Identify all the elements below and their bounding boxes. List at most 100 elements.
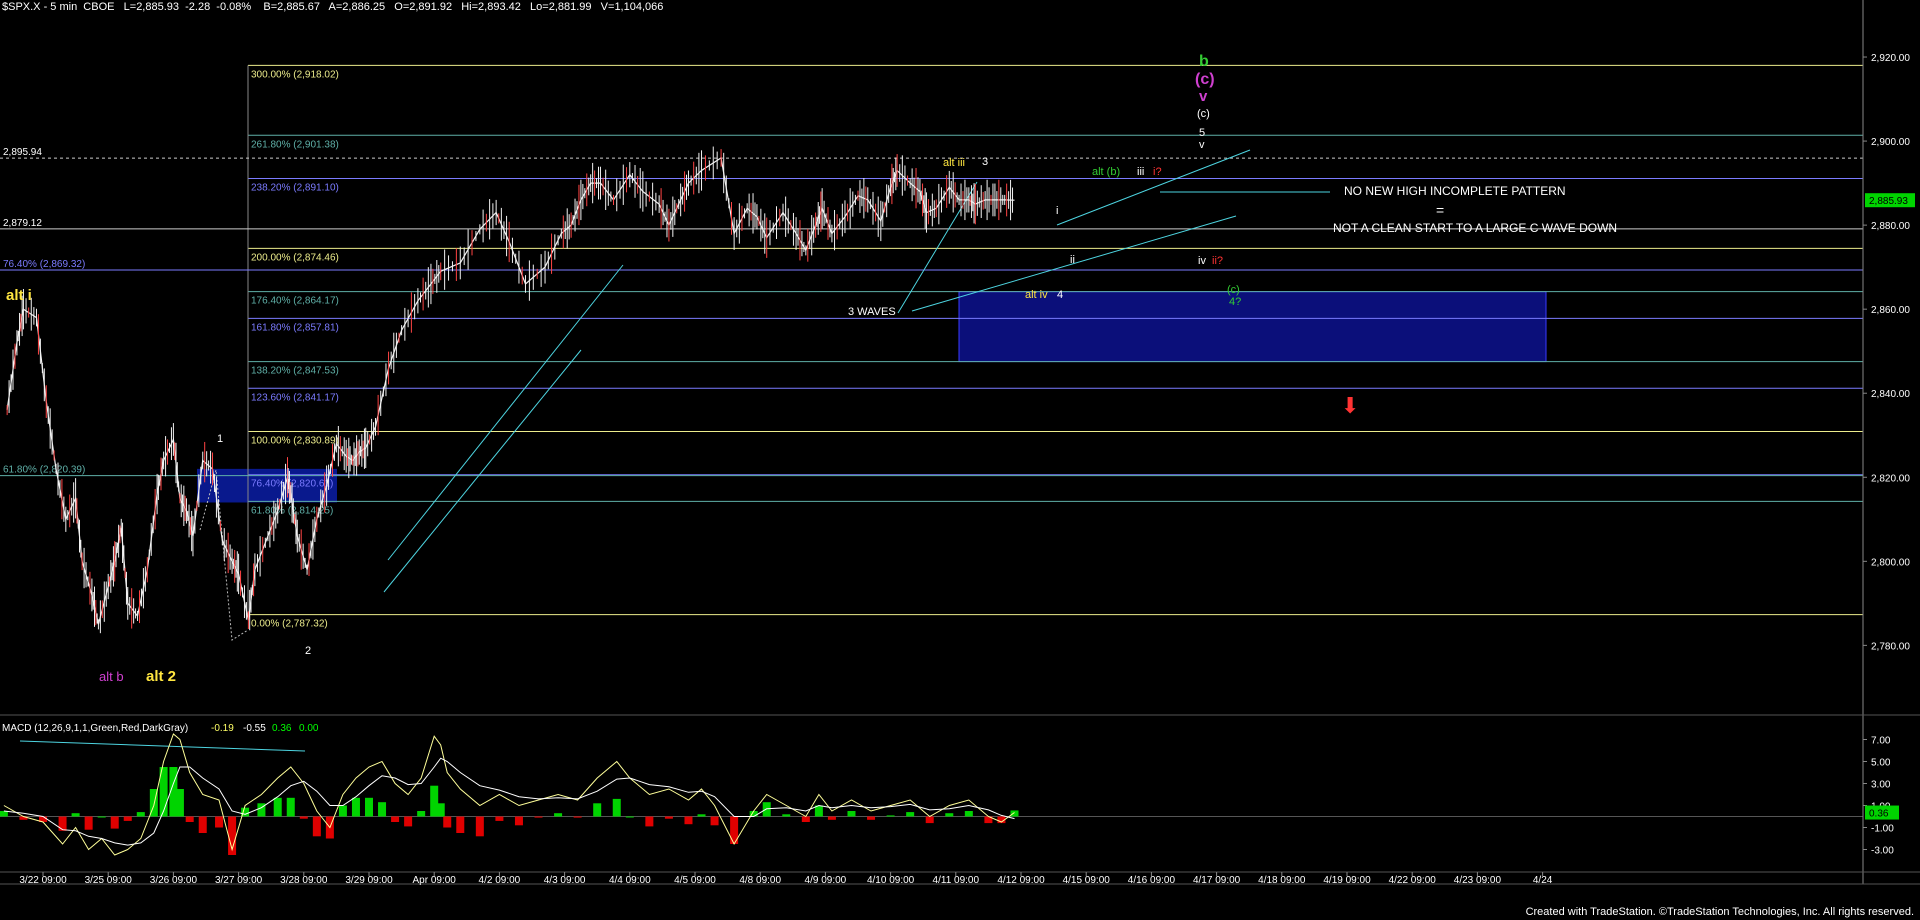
macd-tick-label: -1.00	[1871, 824, 1894, 835]
macd-histogram-bar	[338, 805, 347, 817]
price-tick-label: 2,840.00	[1871, 389, 1910, 400]
macd-histogram-bar	[534, 816, 543, 818]
macd-histogram-bar	[782, 814, 791, 817]
macd-histogram-bar	[215, 816, 224, 828]
fib-label: 138.20% (2,847.53)	[251, 366, 339, 377]
label-wave-ii: ii	[1070, 254, 1075, 266]
macd-histogram-bar	[404, 816, 413, 827]
macd-histogram-bar	[964, 811, 973, 817]
label-alt-2: alt 2	[146, 668, 176, 685]
macd-histogram-bar	[110, 816, 119, 829]
macd-histogram-bar	[123, 816, 132, 821]
label-not-clean-start: NOT A CLEAN START TO A LARGE C WAVE DOWN	[1333, 221, 1617, 235]
label-wave-1: 1	[217, 433, 223, 445]
time-tick-label: 4/16 09:00	[1128, 875, 1176, 886]
label-wave-c-green: (c)	[1227, 284, 1240, 296]
time-tick-label: 4/22 09:00	[1389, 875, 1437, 886]
price-tick-label: 2,900.00	[1871, 137, 1910, 148]
time-tick-label: 4/24	[1533, 875, 1553, 886]
macd-readout: 0.36	[272, 723, 292, 734]
label-wave-iii: iii	[1137, 166, 1144, 178]
fib-label: 300.00% (2,918.02)	[251, 69, 339, 80]
macd-histogram-bar	[286, 797, 295, 817]
time-tick-label: 4/5 09:00	[674, 875, 716, 886]
macd-histogram-bar	[645, 816, 654, 827]
time-tick-label: 4/17 09:00	[1193, 875, 1241, 886]
label-wave-4-question: 4?	[1229, 296, 1241, 308]
fib-label: 200.00% (2,874.46)	[251, 252, 339, 263]
macd-histogram-bar	[684, 816, 693, 825]
fib-label: 176.40% (2,864.17)	[251, 296, 339, 307]
label-wave-2: 2	[305, 645, 311, 657]
time-tick-label: 4/10 09:00	[867, 875, 915, 886]
macd-histogram-bar	[573, 816, 582, 818]
macd-histogram-bar	[495, 816, 504, 821]
macd-tick-label: 5.00	[1871, 758, 1891, 769]
macd-histogram-bar	[554, 813, 563, 817]
price-chart[interactable]: 300.00% (2,918.02) 261.80% (2,901.38) 238.…	[0, 0, 1920, 920]
macd-histogram-bar	[475, 816, 484, 837]
label-three-waves: 3 WAVES	[848, 306, 896, 318]
macd-histogram-bar	[417, 811, 426, 817]
time-tick-label: 4/23 09:00	[1454, 875, 1502, 886]
macd-histogram-bar	[273, 797, 282, 817]
chart-header: $SPX.X - 5 min CBOE L=2,885.93 -2.28 -0.…	[2, 1, 664, 13]
macd-histogram-bar	[906, 812, 915, 817]
macd-histogram-bar	[185, 816, 194, 822]
price-tick-label: 2,800.00	[1871, 557, 1910, 568]
time-tick-label: 4/3 09:00	[544, 875, 586, 886]
fib-label: 100.00% (2,830.89)	[251, 436, 339, 447]
label-wave-i: i	[1056, 205, 1058, 217]
macd-histogram-bar	[664, 816, 673, 819]
macd-histogram-bar	[136, 812, 145, 817]
fib-label: 238.20% (2,891.10)	[251, 182, 339, 193]
macd-histogram-bar	[456, 816, 465, 833]
macd-readout: 0.00	[299, 723, 319, 734]
target-box	[958, 291, 1547, 363]
time-tick-label: 3/29 09:00	[345, 875, 393, 886]
label-wave-i-question: i?	[1153, 166, 1162, 178]
macd-histogram-bar	[391, 816, 400, 822]
fib-label: 261.80% (2,901.38)	[251, 139, 339, 150]
price-tick-label: 2,920.00	[1871, 53, 1910, 64]
macd-histogram-bar	[710, 816, 719, 826]
macd-histogram-bar	[612, 798, 621, 817]
macd-histogram-bar	[514, 816, 523, 826]
price-tick-label: 2,860.00	[1871, 305, 1910, 316]
macd-histogram-bar	[625, 816, 634, 818]
macd-histogram-bar	[299, 816, 308, 819]
macd-readout: -0.55	[243, 723, 266, 734]
macd-histogram-bar	[84, 816, 93, 830]
left-level-label: 76.40% (2,869.32)	[3, 259, 85, 270]
price-tick-label: 2,820.00	[1871, 473, 1910, 484]
label-wave-c-small: (c)	[1197, 108, 1210, 120]
label-wave-c-paren: (c)	[1195, 71, 1215, 88]
macd-tick-label: 3.00	[1871, 780, 1891, 791]
label-equals: =	[1436, 202, 1444, 218]
macd-last-label: 0.36	[1869, 809, 1889, 820]
time-tick-label: Apr 09:00	[413, 875, 457, 886]
macd-histogram-bar	[175, 789, 184, 817]
macd-histogram-bar	[198, 816, 207, 833]
label-wave-v-magenta: v	[1199, 88, 1208, 105]
macd-histogram-bar	[365, 797, 373, 817]
time-tick-label: 4/2 09:00	[479, 875, 521, 886]
label-alt-b: alt b	[99, 669, 124, 684]
macd-readout: -0.19	[211, 723, 234, 734]
macd-histogram-bar	[847, 811, 856, 817]
time-tick-label: 4/18 09:00	[1258, 875, 1306, 886]
last-price-label: 2,885.93	[1869, 196, 1908, 207]
macd-tick-label: -3.00	[1871, 846, 1894, 857]
chart-footer: Created with TradeStation. ©TradeStation…	[1525, 906, 1914, 918]
label-alt-b-paren: alt (b)	[1092, 166, 1120, 178]
label-wave-4: 4	[1057, 289, 1063, 301]
macd-histogram-bar	[351, 797, 360, 817]
macd-histogram-bar	[827, 816, 836, 820]
time-tick-label: 4/19 09:00	[1323, 875, 1371, 886]
time-tick-label: 4/9 09:00	[805, 875, 847, 886]
label-alt-i: alt i	[6, 287, 32, 304]
label-wave-b: b	[1199, 53, 1209, 70]
label-wave-5: 5	[1199, 127, 1205, 139]
price-tick-label: 2,780.00	[1871, 641, 1910, 652]
label-wave-v-small: v	[1199, 139, 1205, 151]
